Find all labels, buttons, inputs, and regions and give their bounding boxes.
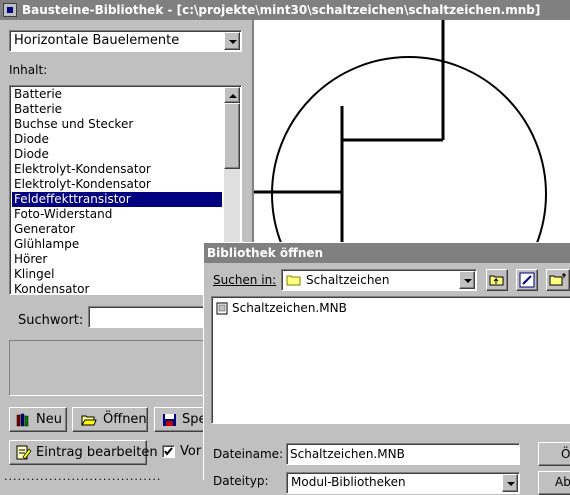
chevron-down-icon [229, 40, 237, 44]
new-folder-button[interactable] [546, 269, 570, 291]
dialog-open-button[interactable]: Öf [538, 442, 570, 466]
preview-checkbox[interactable] [162, 445, 175, 458]
open-button-label: Öffnen [103, 412, 147, 427]
look-in-combo[interactable]: Schaltzeichen [281, 269, 477, 291]
filename-value: Schaltzeichen.MNB [290, 447, 405, 461]
list-item[interactable]: Elektrolyt-Kondensator [12, 162, 222, 177]
desktop-button[interactable] [516, 269, 538, 291]
search-label: Suchwort: [18, 313, 84, 328]
app-icon [3, 3, 17, 17]
look-in-label-text: Suchen in: [213, 273, 277, 287]
preview-checkbox-label: Vor [180, 444, 202, 459]
edit-document-icon [16, 445, 32, 460]
filetype-label: Dateityp: [213, 474, 269, 488]
list-item[interactable]: Glühlampe [12, 237, 222, 252]
dialog-open-button-label: Öf [561, 447, 570, 461]
dialog-cancel-button[interactable]: Ab [538, 471, 570, 495]
main-titlebar[interactable]: Bausteine-Bibliothek - [c:\projekte\mint… [0, 0, 570, 20]
status-text: ................................... [4, 470, 162, 483]
edit-entry-button-label: Eintrag bearbeiten [36, 445, 158, 460]
list-item[interactable]: Klingel [12, 267, 222, 282]
scroll-thumb[interactable] [224, 103, 240, 169]
look-in-dropdown-button[interactable] [459, 271, 475, 289]
list-item[interactable]: Diode [12, 147, 222, 162]
dialog-cancel-button-label: Ab [555, 475, 570, 489]
folder-open-icon [81, 415, 97, 426]
folder-icon [286, 275, 301, 286]
main-title: Bausteine-Bibliothek - [c:\projekte\mint… [22, 3, 541, 17]
list-item[interactable]: Diode [12, 132, 222, 147]
filename-label: Dateiname: [213, 447, 284, 461]
dialog-titlebar[interactable]: Bibliothek öffnen [204, 243, 570, 263]
look-in-label: Suchen in: [213, 273, 276, 287]
edit-entry-button[interactable]: Eintrag bearbeiten [9, 440, 158, 465]
new-button-label: Neu [36, 412, 62, 427]
filename-input[interactable]: Schaltzeichen.MNB [286, 443, 520, 465]
category-combo[interactable]: Horizontale Bauelemente [9, 30, 242, 52]
filetype-combo[interactable]: Modul-Bibliotheken [286, 472, 520, 494]
list-item[interactable]: Foto-Widerstand [12, 207, 222, 222]
up-one-level-button[interactable] [486, 269, 508, 291]
checkmark-icon [164, 447, 173, 456]
list-item[interactable]: Hörer [12, 252, 222, 267]
list-item[interactable]: Feldeffekttransistor [12, 192, 222, 207]
chevron-down-icon [507, 482, 515, 486]
filetype-value: Modul-Bibliotheken [291, 475, 406, 489]
content-label: Inhalt: [9, 63, 48, 77]
scroll-up-button[interactable] [224, 87, 240, 103]
open-library-dialog: Bibliothek öffnen Suchen in: Schaltzeich… [203, 242, 570, 495]
category-dropdown-button[interactable] [224, 32, 240, 50]
filetype-dropdown-button[interactable] [502, 474, 518, 492]
folder-up-icon [489, 275, 504, 286]
arrow-up-icon [229, 94, 237, 98]
file-item-label: Schaltzeichen.MNB [232, 301, 347, 315]
new-button[interactable]: Neu [9, 407, 67, 432]
list-item[interactable]: Kondensator [12, 282, 222, 294]
file-icon [216, 302, 228, 315]
list-item[interactable]: Buchse und Stecker [12, 117, 222, 132]
list-item[interactable]: Elektrolyt-Kondensator [12, 177, 222, 192]
look-in-value: Schaltzeichen [306, 273, 390, 287]
open-button[interactable]: Öffnen [72, 407, 148, 432]
file-list[interactable]: Schaltzeichen.MNB [211, 296, 570, 424]
new-folder-icon [549, 273, 566, 286]
floppy-disk-icon [163, 414, 176, 426]
desktop-icon [519, 272, 535, 288]
list-item[interactable]: Batterie [12, 87, 222, 102]
books-icon [16, 413, 29, 427]
category-value: Horizontale Bauelemente [14, 33, 180, 48]
dialog-title: Bibliothek öffnen [207, 246, 324, 260]
list-item[interactable]: Generator [12, 222, 222, 237]
chevron-down-icon [464, 279, 472, 283]
main-window: Bausteine-Bibliothek - [c:\projekte\mint… [0, 0, 570, 495]
list-item[interactable]: Batterie [12, 102, 222, 117]
